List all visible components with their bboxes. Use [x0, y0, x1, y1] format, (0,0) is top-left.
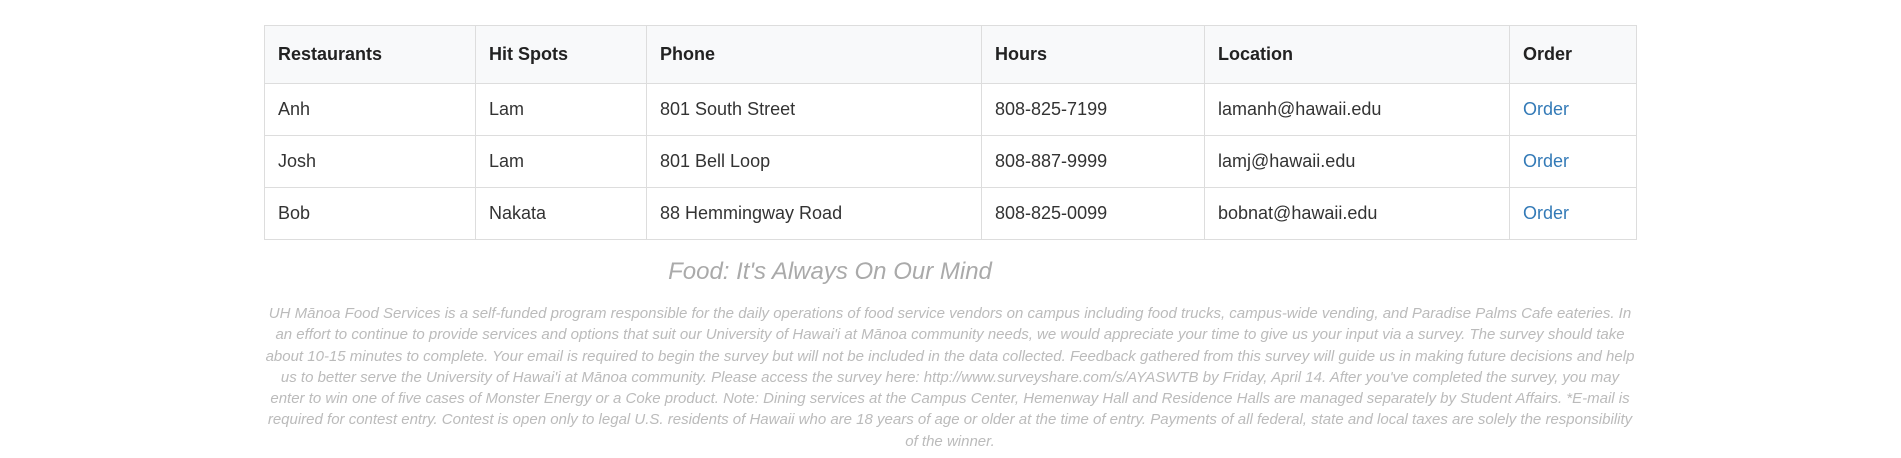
- footer-survey-blurb: UH Mānoa Food Services is a self-funded …: [265, 305, 1635, 450]
- cell-phone: 88 Hemmingway Road: [646, 187, 982, 240]
- cell-location: bobnat@hawaii.edu: [1204, 187, 1510, 240]
- cell-restaurant: Josh: [264, 135, 476, 188]
- column-header-location: Location: [1204, 25, 1510, 84]
- cell-location: lamj@hawaii.edu: [1204, 135, 1510, 188]
- cell-phone: 801 South Street: [646, 83, 982, 136]
- cell-location: lamanh@hawaii.edu: [1204, 83, 1510, 136]
- table-header: Restaurants Hit Spots Phone Hours Locati…: [264, 25, 1637, 84]
- cell-order: Order: [1509, 187, 1637, 240]
- cell-hours: 808-825-0099: [981, 187, 1205, 240]
- cell-restaurant: Anh: [264, 83, 476, 136]
- cell-restaurant: Bob: [264, 187, 476, 240]
- cell-order: Order: [1509, 83, 1637, 136]
- cell-hit-spot: Lam: [475, 135, 647, 188]
- table-body: Anh Lam 801 South Street 808-825-7199 la…: [264, 83, 1637, 240]
- restaurants-table-container: Restaurants Hit Spots Phone Hours Locati…: [264, 25, 1637, 240]
- header-row: Restaurants Hit Spots Phone Hours Locati…: [264, 25, 1637, 84]
- order-link[interactable]: Order: [1523, 99, 1569, 119]
- cell-hours: 808-887-9999: [981, 135, 1205, 188]
- cell-hit-spot: Lam: [475, 83, 647, 136]
- table-row: Bob Nakata 88 Hemmingway Road 808-825-00…: [264, 187, 1637, 240]
- order-link[interactable]: Order: [1523, 151, 1569, 171]
- order-link[interactable]: Order: [1523, 203, 1569, 223]
- column-header-hours: Hours: [981, 25, 1205, 84]
- column-header-phone: Phone: [646, 25, 982, 84]
- cell-order: Order: [1509, 135, 1637, 188]
- table-row: Josh Lam 801 Bell Loop 808-887-9999 lamj…: [264, 135, 1637, 188]
- cell-hours: 808-825-7199: [981, 83, 1205, 136]
- table-row: Anh Lam 801 South Street 808-825-7199 la…: [264, 83, 1637, 136]
- column-header-order: Order: [1509, 25, 1637, 84]
- cell-phone: 801 Bell Loop: [646, 135, 982, 188]
- restaurants-table: Restaurants Hit Spots Phone Hours Locati…: [264, 25, 1637, 240]
- column-header-restaurants: Restaurants: [264, 25, 476, 84]
- cell-hit-spot: Nakata: [475, 187, 647, 240]
- footer-tagline: Food: It's Always On Our Mind: [668, 258, 992, 285]
- column-header-hit-spots: Hit Spots: [475, 25, 647, 84]
- page: Restaurants Hit Spots Phone Hours Locati…: [0, 0, 1901, 458]
